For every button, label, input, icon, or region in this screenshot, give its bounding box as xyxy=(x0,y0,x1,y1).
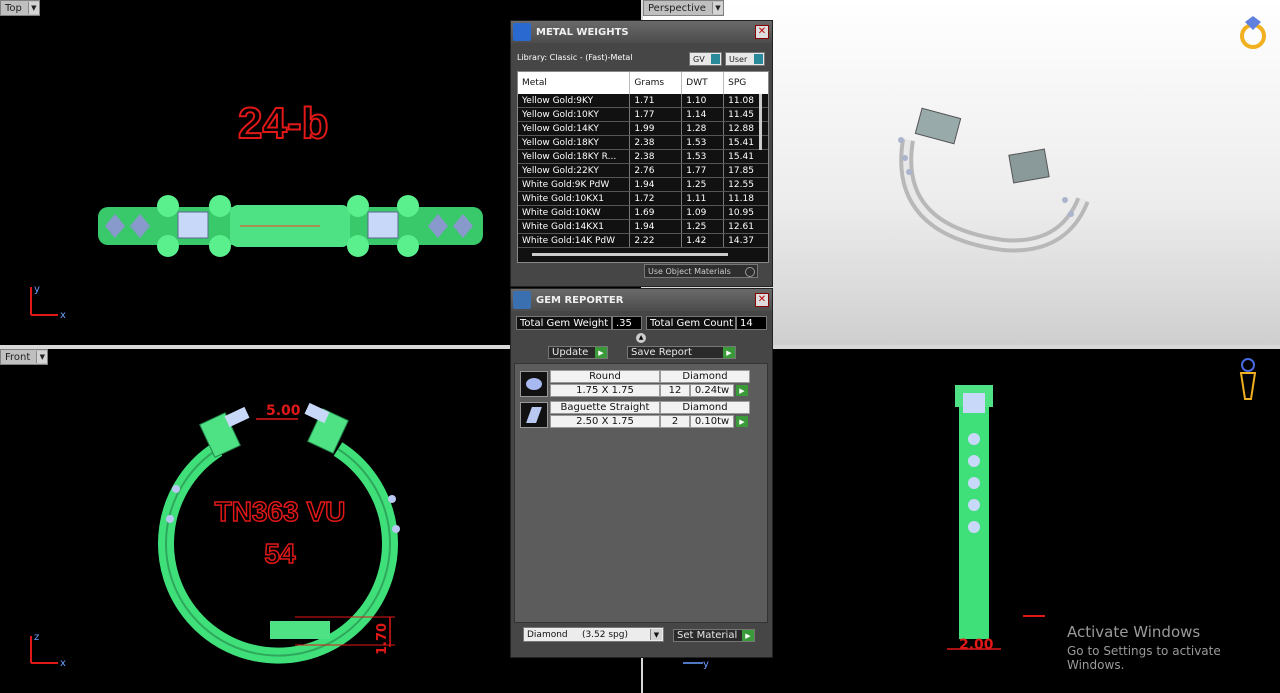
metal-weights-panel[interactable]: METAL WEIGHTS ✕ Library: Classic - (Fast… xyxy=(510,20,773,287)
play-icon[interactable]: ▶ xyxy=(736,385,748,396)
metal-table-container[interactable]: Metal Grams DWT SPG Yellow Gold:9KY 1.71 1… xyxy=(517,71,769,263)
vertical-scrollbar[interactable] xyxy=(759,94,762,150)
ring-icon xyxy=(1240,16,1266,49)
svg-text:z: z xyxy=(34,632,39,643)
gem-reporter-titlebar[interactable]: GEM REPORTER ✕ xyxy=(511,289,772,311)
svg-text:x: x xyxy=(60,310,66,321)
engraving-line2: 54 xyxy=(264,538,296,569)
use-object-materials-toggle[interactable]: Use Object Materials xyxy=(644,264,758,278)
chevron-down-icon[interactable]: ▼ xyxy=(36,351,48,363)
viewport-label-perspective[interactable]: Perspective ▼ xyxy=(643,0,724,16)
close-icon[interactable]: ✕ xyxy=(755,293,769,307)
chevron-down-icon[interactable]: ▼ xyxy=(650,629,662,640)
collapse-toggle-icon[interactable]: ▲ xyxy=(636,333,646,343)
total-gem-count-value: 14 xyxy=(736,316,767,330)
total-gem-weight-value: .35 xyxy=(612,316,642,330)
gem-row[interactable]: Baguette Straight Diamond 2.50 X 1.75 2 … xyxy=(520,401,750,429)
library-label: Library: Classic - (Fast)-Metal xyxy=(517,53,633,62)
dim-height: 1.70 xyxy=(375,623,390,655)
total-gem-count-label: Total Gem Count xyxy=(646,316,736,330)
play-icon: ▶ xyxy=(595,347,607,358)
table-row[interactable]: White Gold:9K PdW 1.94 1.25 12.55 xyxy=(518,177,768,192)
set-material-button[interactable]: Set Material ▶ xyxy=(673,629,755,642)
material-select[interactable]: Diamond (3.52 spg) ▼ xyxy=(523,627,664,642)
chevron-down-icon[interactable]: ▼ xyxy=(711,2,723,14)
play-icon[interactable]: ▶ xyxy=(736,416,748,427)
svg-text:y: y xyxy=(34,284,40,295)
gv-toggle[interactable]: GV xyxy=(689,52,722,66)
activate-windows-watermark: Activate Windows Go to Settings to activ… xyxy=(1067,623,1221,672)
col-header-dwt[interactable]: DWT xyxy=(681,72,725,94)
gem-report-icon xyxy=(513,291,531,309)
play-icon: ▶ xyxy=(742,630,754,641)
table-row[interactable]: Yellow Gold:9KY 1.71 1.10 11.08 xyxy=(518,94,768,108)
col-header-spg[interactable]: SPG xyxy=(723,72,768,94)
save-report-button[interactable]: Save Report ▶ xyxy=(627,346,736,359)
table-row[interactable]: White Gold:10KW 1.69 1.09 10.95 xyxy=(518,205,768,220)
table-row[interactable]: White Gold:14KX1 1.94 1.25 12.61 xyxy=(518,219,768,234)
col-header-grams[interactable]: Grams xyxy=(629,72,683,94)
table-row[interactable]: Yellow Gold:22KY 2.76 1.77 17.85 xyxy=(518,163,768,178)
horizontal-scrollbar[interactable] xyxy=(532,253,728,256)
table-row[interactable]: Yellow Gold:14KY 1.99 1.28 12.88 xyxy=(518,121,768,136)
user-toggle[interactable]: User xyxy=(725,52,765,66)
play-icon: ▶ xyxy=(723,347,735,358)
engraving-text: 24-b xyxy=(238,99,328,148)
table-row[interactable]: Yellow Gold:18KY R... 2.38 1.53 15.41 xyxy=(518,149,768,164)
front-view-render: 5.00 TN363 VU 54 1.70 z x xyxy=(30,402,400,669)
chevron-down-icon[interactable]: ▼ xyxy=(27,2,39,14)
viewport-label-front[interactable]: Front ▼ xyxy=(0,349,49,365)
table-row[interactable]: Yellow Gold:18KY 2.38 1.53 15.41 xyxy=(518,135,768,150)
scale-icon xyxy=(513,23,531,41)
metal-table: Metal Grams DWT SPG Yellow Gold:9KY 1.71 1… xyxy=(518,72,768,248)
dim-gap: 5.00 xyxy=(266,403,301,419)
round-gem-icon xyxy=(520,371,548,397)
gem-reporter-panel[interactable]: GEM REPORTER ✕ Total Gem Weight .35 Tota… xyxy=(510,288,773,658)
update-button[interactable]: Update ▶ xyxy=(548,346,608,359)
col-header-metal[interactable]: Metal xyxy=(518,72,631,94)
viewport-front[interactable]: Front ▼ 5.00 TN363 VU 54 1.70 z x xyxy=(0,349,510,693)
engraving-line1: TN363 VU xyxy=(215,496,346,527)
top-view-render: 24-b y x xyxy=(30,98,483,321)
viewport-top[interactable]: Top ▼ 24-b y x xyxy=(0,0,510,345)
close-icon[interactable]: ✕ xyxy=(755,25,769,39)
gem-list[interactable]: Round Diamond 1.75 X 1.75 12 0.24tw ▶ Ba… xyxy=(514,363,768,623)
pendant-icon xyxy=(1239,358,1257,400)
metal-weights-titlebar[interactable]: METAL WEIGHTS ✕ xyxy=(511,21,772,43)
total-gem-weight-label: Total Gem Weight xyxy=(516,316,612,330)
table-row[interactable]: White Gold:14K PdW 2.22 1.42 14.37 xyxy=(518,233,768,248)
gem-row[interactable]: Round Diamond 1.75 X 1.75 12 0.24tw ▶ xyxy=(520,370,750,398)
svg-text:x: x xyxy=(60,658,66,669)
table-row[interactable]: White Gold:10KX1 1.72 1.11 11.18 xyxy=(518,191,768,206)
svg-text:y: y xyxy=(703,659,709,670)
table-row[interactable]: Yellow Gold:10KY 1.77 1.14 11.45 xyxy=(518,107,768,122)
baguette-gem-icon xyxy=(520,402,548,428)
viewport-label-top[interactable]: Top ▼ xyxy=(0,0,40,16)
dim-width: 2.00 xyxy=(959,637,994,653)
